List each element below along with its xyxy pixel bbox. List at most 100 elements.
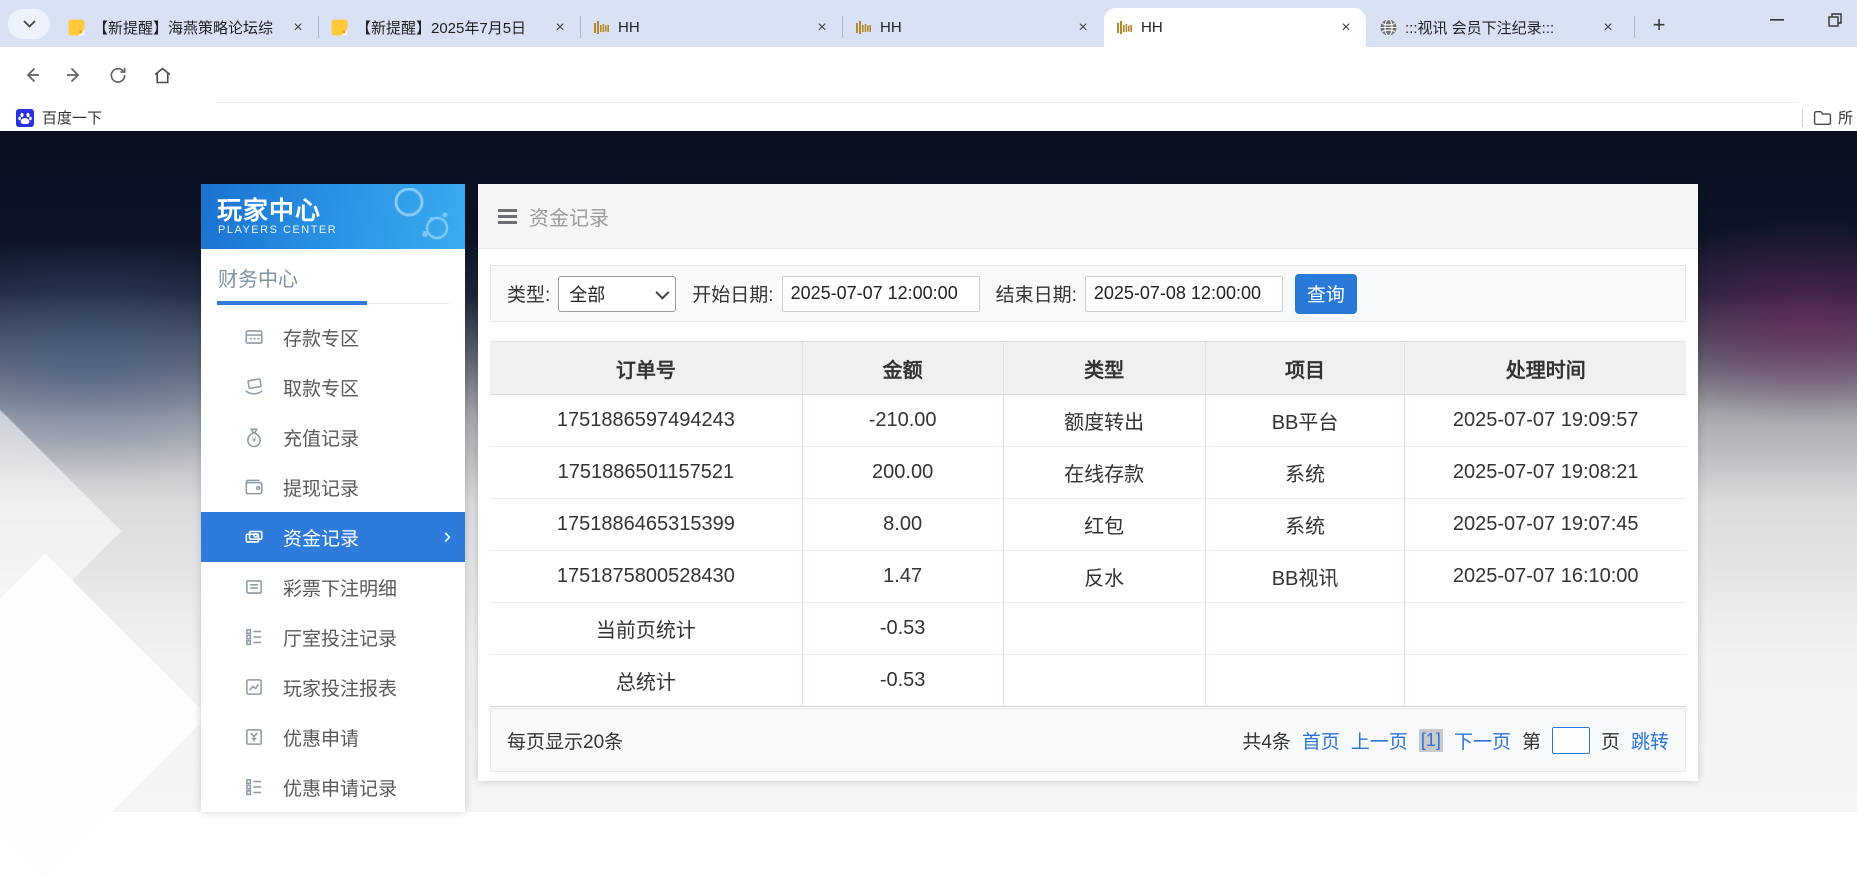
- window-minimize-button[interactable]: [1755, 0, 1799, 40]
- column-header: 项目: [1205, 342, 1405, 395]
- menu-hamburger-icon[interactable]: [498, 209, 517, 224]
- tab-hh-1[interactable]: HH ×: [581, 8, 842, 47]
- cell-time: 2025-07-07 19:09:57: [1405, 395, 1686, 447]
- sidebar-section-header: 财务中心: [201, 249, 465, 312]
- cell-type: 在线存款: [1003, 447, 1205, 499]
- tab-close-icon[interactable]: ×: [1336, 18, 1356, 38]
- forum-favicon-icon: [331, 19, 348, 36]
- new-tab-button[interactable]: +: [1644, 10, 1674, 40]
- cell-order-id: 1751886597494243: [490, 395, 802, 447]
- chart-report-icon: [243, 676, 265, 698]
- next-page-link[interactable]: 下一页: [1454, 727, 1511, 754]
- type-label: 类型:: [507, 280, 550, 307]
- home-button[interactable]: [146, 59, 178, 91]
- globe-favicon-icon: [1380, 19, 1397, 36]
- tab-search-button[interactable]: [8, 9, 50, 39]
- all-bookmarks-label[interactable]: 所: [1838, 107, 1853, 128]
- sidebar-item-label: 玩家投注报表: [283, 674, 397, 701]
- reload-button[interactable]: [102, 59, 134, 91]
- deposit-card-icon: [243, 326, 265, 348]
- tab-hh-active[interactable]: HH ×: [1104, 8, 1366, 47]
- window-restore-button[interactable]: [1813, 0, 1857, 40]
- cell-type: 红包: [1003, 499, 1205, 551]
- forward-button[interactable]: [58, 59, 90, 91]
- end-date-input[interactable]: [1085, 276, 1283, 312]
- sidebar-item-player-bet-report[interactable]: 玩家投注报表: [201, 662, 465, 712]
- table-header-row: 订单号 金额 类型 项目 处理时间: [490, 342, 1686, 395]
- bookmarks-bar: 百度一下 所: [0, 103, 1857, 132]
- page-header: 资金记录: [478, 184, 1698, 249]
- sidebar-item-lottery-bet-details[interactable]: 彩票下注明细: [201, 562, 465, 612]
- back-button[interactable]: [16, 59, 48, 91]
- tab-close-icon[interactable]: ×: [812, 18, 832, 38]
- tab-close-icon[interactable]: ×: [1073, 18, 1093, 38]
- tab-forum-2[interactable]: 【新提醒】2025年7月5日 ×: [319, 8, 580, 47]
- cell-time: 2025-07-07 19:07:45: [1405, 499, 1686, 551]
- cell-order-id: 1751886501157521: [490, 447, 802, 499]
- start-date-input[interactable]: [782, 276, 980, 312]
- cell-type: 反水: [1003, 551, 1205, 603]
- cell-project: BB视讯: [1205, 551, 1405, 603]
- jump-page-input[interactable]: [1552, 727, 1590, 754]
- empty-cell: [1003, 603, 1205, 655]
- column-header: 类型: [1003, 342, 1205, 395]
- checklist-icon: [243, 776, 265, 798]
- current-page-indicator: [1]: [1419, 729, 1443, 752]
- main-panel: 资金记录 类型: 全部 开始日期: 结束日期: 查询 订单号 金额 类型 项目 …: [478, 184, 1698, 781]
- section-divider-accent: [217, 301, 367, 305]
- sidebar-item-withdraw-zone[interactable]: 取款专区: [201, 362, 465, 412]
- forward-arrow-icon: [64, 65, 84, 85]
- cell-amount: 1.47: [802, 551, 1003, 603]
- jump-prefix-text: 第: [1522, 727, 1541, 754]
- list-card-icon: [243, 576, 265, 598]
- sidebar-item-hall-bet-records[interactable]: 厅室投注记录: [201, 612, 465, 662]
- sidebar-item-withdrawal-records[interactable]: 提现记录: [201, 462, 465, 512]
- background-decoration: [0, 553, 208, 878]
- prev-page-link[interactable]: 上一页: [1351, 727, 1408, 754]
- hand-card-icon: [243, 376, 265, 398]
- tab-forum-1[interactable]: 【新提醒】海燕策略论坛综 ×: [56, 8, 318, 47]
- home-icon: [152, 65, 173, 86]
- sidebar-item-promo-application-records[interactable]: 优惠申请记录: [201, 762, 465, 812]
- jump-button[interactable]: 跳转: [1631, 727, 1669, 754]
- sidebar-item-promo-application[interactable]: 优惠申请: [201, 712, 465, 762]
- summary-amount: -0.53: [802, 603, 1003, 655]
- sidebar-item-fund-records[interactable]: 资金记录 ›: [201, 512, 465, 562]
- table-row: 1751875800528430 1.47 反水 BB视讯 2025-07-07…: [490, 551, 1686, 603]
- cell-project: BB平台: [1205, 395, 1405, 447]
- tab-close-icon[interactable]: ×: [1598, 18, 1618, 38]
- sidebar-title: 玩家中心: [217, 191, 321, 227]
- tab-close-icon[interactable]: ×: [550, 18, 570, 38]
- page-title: 资金记录: [529, 202, 609, 231]
- column-header: 订单号: [490, 342, 802, 395]
- jump-suffix-text: 页: [1601, 727, 1620, 754]
- minimize-icon: [1770, 19, 1784, 21]
- column-header: 处理时间: [1405, 342, 1686, 395]
- gold-waveform-favicon-icon: [855, 19, 872, 36]
- reload-icon: [108, 65, 128, 85]
- tab-close-icon[interactable]: ×: [288, 18, 308, 38]
- player-center-sidebar: 玩家中心 PLAYERS CENTER 财务中心 存款专区 取款专区 ¥ 充值记…: [201, 184, 465, 812]
- cell-amount: -210.00: [802, 395, 1003, 447]
- tab-title: HH: [1141, 19, 1330, 36]
- browser-tab-strip: 【新提醒】海燕策略论坛综 × 【新提醒】2025年7月5日 × HH × HH …: [0, 0, 1857, 47]
- sidebar-item-label: 彩票下注明细: [283, 574, 397, 601]
- folder-icon[interactable]: [1813, 110, 1832, 126]
- sidebar-item-label: 取款专区: [283, 374, 359, 401]
- filter-panel: 类型: 全部 开始日期: 结束日期: 查询: [490, 265, 1686, 322]
- bookmark-baidu[interactable]: 百度一下: [16, 107, 102, 128]
- first-page-link[interactable]: 首页: [1302, 727, 1340, 754]
- promo-ticket-icon: [243, 726, 265, 748]
- chevron-down-icon: [23, 20, 36, 28]
- gold-waveform-favicon-icon: [1116, 19, 1133, 36]
- sidebar-item-deposit-zone[interactable]: 存款专区: [201, 312, 465, 362]
- sidebar-item-label: 存款专区: [283, 324, 359, 351]
- tab-hh-2[interactable]: HH ×: [843, 8, 1103, 47]
- sidebar-item-recharge-records[interactable]: ¥ 充值记录: [201, 412, 465, 462]
- tab-title: 【新提醒】2025年7月5日: [356, 17, 544, 38]
- tab-title: HH: [880, 19, 1067, 36]
- search-button[interactable]: 查询: [1295, 274, 1357, 314]
- gold-waveform-favicon-icon: [593, 19, 610, 36]
- tab-video-records[interactable]: :::视讯 会员下注纪录::: ×: [1368, 8, 1628, 47]
- type-select[interactable]: 全部: [558, 276, 676, 312]
